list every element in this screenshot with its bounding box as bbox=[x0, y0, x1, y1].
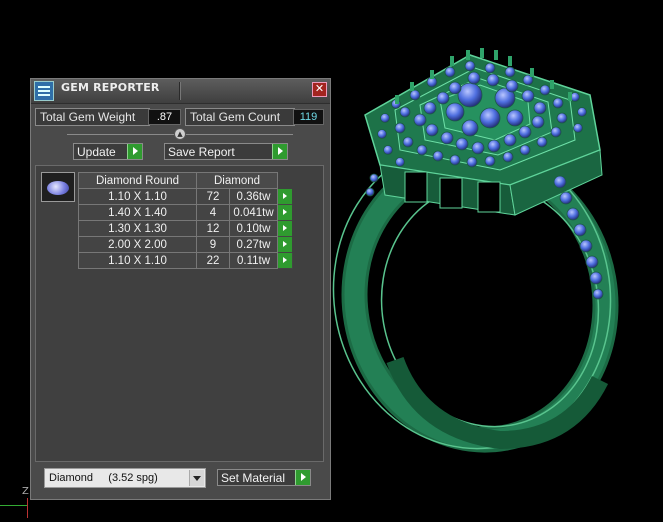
total-weight-label: Total Gem Weight bbox=[35, 108, 150, 126]
material-select[interactable]: Diamond (3.52 spg) bbox=[44, 468, 206, 488]
close-button[interactable]: ✕ bbox=[312, 82, 327, 97]
gem-count-cell: 22 bbox=[196, 252, 230, 269]
gem-table-row[interactable]: 1.10 X 1.10 22 0.11tw bbox=[78, 252, 293, 269]
update-button[interactable]: Update bbox=[73, 143, 143, 160]
gem-row-action-cell bbox=[277, 204, 293, 221]
chevron-down-icon bbox=[189, 470, 204, 486]
panel-titlebar[interactable]: GEM REPORTER ✕ bbox=[31, 79, 330, 104]
gem-weight-cell: 0.11tw bbox=[229, 252, 278, 269]
gem-weight-cell: 0.041tw bbox=[229, 204, 278, 221]
material-select-value: Diamond (3.52 spg) bbox=[49, 472, 158, 484]
gem-size-cell: 1.30 X 1.30 bbox=[78, 220, 197, 237]
gem-row-action-cell bbox=[277, 236, 293, 253]
header-shape: Diamond Round bbox=[78, 172, 197, 189]
gem-size-cell: 1.10 X 1.10 bbox=[78, 252, 197, 269]
gem-count-cell: 12 bbox=[196, 220, 230, 237]
save-report-button[interactable]: Save Report bbox=[164, 143, 288, 160]
save-report-label: Save Report bbox=[168, 145, 235, 159]
gem-count-cell: 9 bbox=[196, 236, 230, 253]
header-material: Diamond bbox=[196, 172, 278, 189]
gem-weight-cell: 0.27tw bbox=[229, 236, 278, 253]
gem-table-row[interactable]: 1.10 X 1.10 72 0.36tw bbox=[78, 188, 293, 205]
save-report-arrow-icon bbox=[272, 144, 287, 159]
gem-list-area: Diamond Round Diamond 1.10 X 1.10 72 0.36t… bbox=[35, 165, 324, 462]
gem-table-row[interactable]: 1.30 X 1.30 12 0.10tw bbox=[78, 220, 293, 237]
update-arrow-icon bbox=[127, 144, 142, 159]
title-divider bbox=[179, 82, 181, 100]
select-gem-arrow-button[interactable] bbox=[278, 189, 292, 204]
select-gem-arrow-button[interactable] bbox=[278, 221, 292, 236]
gem-row-action-cell bbox=[277, 188, 293, 205]
axis-x-line bbox=[0, 505, 27, 506]
gem-reporter-icon bbox=[34, 81, 54, 101]
gem-size-cell: 2.00 X 2.00 bbox=[78, 236, 197, 253]
gem-table-row[interactable]: 2.00 X 2.00 9 0.27tw bbox=[78, 236, 293, 253]
update-label: Update bbox=[77, 145, 116, 159]
gem-size-cell: 1.10 X 1.10 bbox=[78, 188, 197, 205]
gem-weight-cell: 0.10tw bbox=[229, 220, 278, 237]
gem-table-row[interactable]: 1.40 X 1.40 4 0.041tw bbox=[78, 204, 293, 221]
total-count-value: 119 bbox=[293, 109, 324, 125]
gem-count-cell: 4 bbox=[196, 204, 230, 221]
gem-weight-cell: 0.36tw bbox=[229, 188, 278, 205]
gem-thumbnail[interactable] bbox=[41, 172, 75, 202]
set-material-label: Set Material bbox=[221, 471, 286, 485]
panel-title: GEM REPORTER bbox=[61, 81, 160, 94]
select-gem-arrow-button[interactable] bbox=[278, 237, 292, 252]
gem-reporter-panel: GEM REPORTER ✕ Total Gem Weight .87 Tota… bbox=[30, 78, 331, 500]
select-gem-arrow-button[interactable] bbox=[278, 253, 292, 268]
set-material-button[interactable]: Set Material bbox=[217, 469, 311, 486]
axis-z-label: Z bbox=[22, 486, 29, 497]
gem-table: Diamond Round Diamond 1.10 X 1.10 72 0.36t… bbox=[78, 172, 293, 269]
gem-size-cell: 1.40 X 1.40 bbox=[78, 204, 197, 221]
select-gem-arrow-button[interactable] bbox=[278, 205, 292, 220]
total-count-label: Total Gem Count bbox=[185, 108, 295, 126]
round-diamond-icon bbox=[47, 181, 69, 195]
panel-collapse-knob[interactable]: ▲ bbox=[174, 128, 186, 140]
gem-table-header: Diamond Round Diamond bbox=[78, 172, 293, 189]
gem-row-action-cell bbox=[277, 220, 293, 237]
axis-z-line bbox=[27, 498, 28, 518]
set-material-arrow-icon bbox=[295, 470, 310, 485]
gem-count-cell: 72 bbox=[196, 188, 230, 205]
total-weight-value: .87 bbox=[148, 109, 181, 125]
gem-row-action-cell bbox=[277, 252, 293, 269]
